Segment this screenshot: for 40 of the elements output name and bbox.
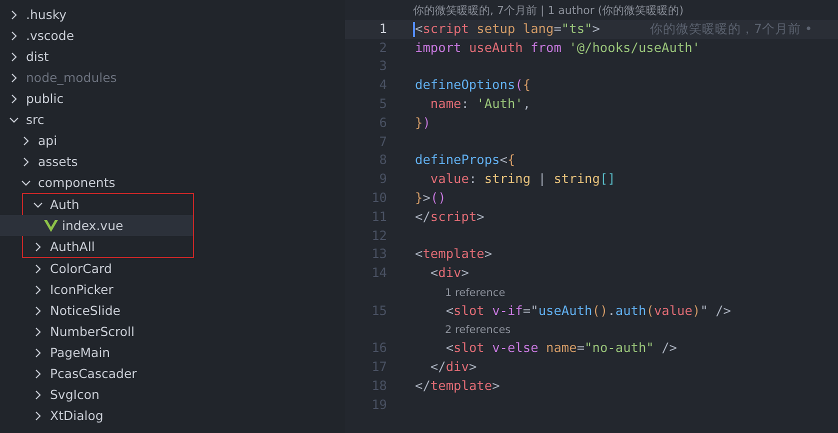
code-line: </script>	[414, 210, 484, 225]
file-item[interactable]: index.vue	[0, 215, 193, 236]
folder-item[interactable]: NoticeSlide	[0, 300, 345, 321]
folder-item[interactable]: AuthAll	[0, 236, 193, 257]
code-line: defineOptions({	[414, 78, 531, 94]
code-line: name: 'Auth',	[429, 97, 531, 112]
folder-item[interactable]: NumberScroll	[0, 321, 345, 342]
code-line: })	[414, 116, 430, 131]
folder-item[interactable]: ColorCard	[0, 258, 345, 279]
code-line: <slot v-if="useAuth().auth(value)" />	[444, 304, 732, 319]
code-line: import useAuth from '@/hooks/useAuth'	[414, 40, 700, 56]
code-line: defineProps<{	[414, 153, 516, 168]
code-line: value: string | string[]	[429, 172, 616, 188]
code-line: <template>	[414, 247, 492, 262]
code-line: <slot v-else name="no-auth" />	[444, 341, 678, 356]
folder-item[interactable]: public	[0, 88, 345, 109]
folder-item[interactable]: dist	[0, 46, 345, 67]
codelens-link[interactable]: 2 references	[445, 324, 511, 336]
folder-item[interactable]: components	[0, 172, 345, 193]
codelens-link[interactable]: 1 reference	[445, 286, 506, 299]
line-number: 1	[378, 22, 387, 37]
folder-item[interactable]: Auth	[0, 194, 193, 215]
folder-item[interactable]: api	[0, 130, 345, 151]
folder-item[interactable]: PcasCascader	[0, 363, 345, 384]
folder-item[interactable]: assets	[0, 151, 345, 172]
blame-header[interactable]: 你的微笑暖暖的, 7个月前 | 1 author (你的微笑暖暖的)	[345, 0, 838, 20]
code-line: <script setup lang="ts">	[413, 22, 600, 37]
folder-item[interactable]: SvgIcon	[0, 384, 345, 405]
code-line: </div>	[429, 360, 477, 376]
folder-item[interactable]: .husky	[0, 4, 345, 25]
folder-item[interactable]: src	[0, 109, 345, 130]
code-line: }>()	[414, 191, 446, 206]
folder-item[interactable]: XtDialog	[0, 405, 345, 426]
folder-item[interactable]: PageMain	[0, 342, 345, 363]
blame-annotation: 你的微笑暖暖的，7个月前 •	[650, 20, 812, 38]
folder-item[interactable]: IconPicker	[0, 279, 345, 300]
code-line: <div>	[429, 266, 469, 282]
code-line: </template>	[414, 379, 500, 394]
folder-item[interactable]: .vscode	[0, 25, 345, 46]
vue-file-icon	[44, 220, 58, 232]
